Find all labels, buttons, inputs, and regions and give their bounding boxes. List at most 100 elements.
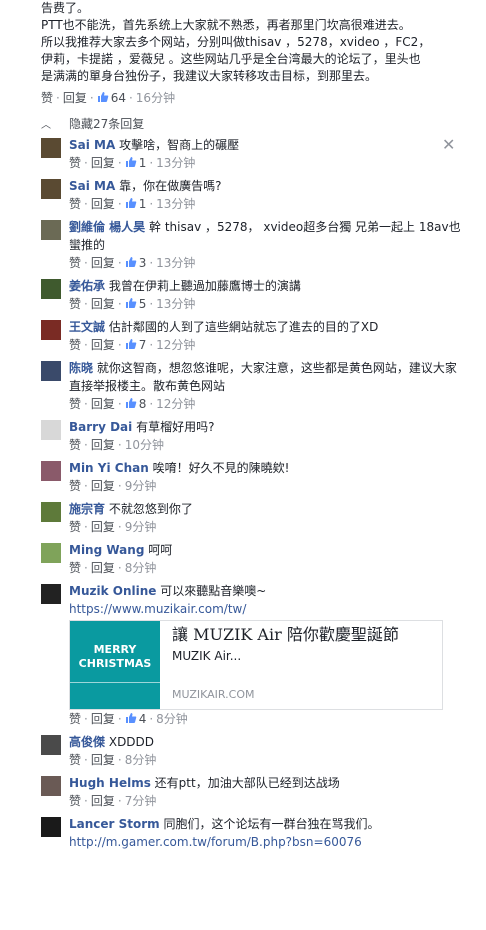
reply-body: Min Yi Chan 唉唷！好久不見的陳曉欸! [69, 459, 461, 477]
author-name[interactable]: 陈晓 [69, 361, 93, 375]
reply-body: 劉維倫 楊人昊 幹 thisav ，5278， xvideo超多台獨 兄弟一起上… [69, 218, 461, 254]
author-name[interactable]: Min Yi Chan [69, 461, 149, 475]
like-count-badge[interactable]: 7 [125, 338, 146, 352]
like-link[interactable]: 赞 [69, 753, 81, 767]
reply-time[interactable]: 13分钟 [156, 156, 195, 170]
reply-link[interactable]: 回复 [91, 479, 115, 493]
like-link[interactable]: 赞 [69, 338, 81, 352]
reply-text: 攻擊啥，智商上的碾壓 [119, 138, 240, 152]
reply-time[interactable]: 7分钟 [125, 794, 157, 808]
like-count-badge[interactable]: 3 [125, 256, 146, 270]
avatar[interactable] [41, 461, 61, 481]
author-name[interactable]: Sai MA [69, 138, 115, 152]
reply-list: Sai MA 攻擊啥，智商上的碾壓赞 · 回复 · 1 · 13分钟 Sai MA 靠，你在做… [41, 136, 461, 856]
link-preview-card[interactable]: MERRY CHRISTMAS 讓 MUZIK Air 陪你歡慶聖誕節 MUZIK A… [69, 620, 443, 710]
author-name[interactable]: 劉維倫 楊人昊 [69, 220, 145, 234]
reply-link[interactable]: 回复 [91, 712, 115, 726]
comment-time[interactable]: 16分钟 [136, 91, 175, 105]
reply-time[interactable]: 9分钟 [125, 520, 157, 534]
avatar[interactable] [41, 279, 61, 299]
like-count-badge[interactable]: 1 [125, 156, 147, 170]
author-name[interactable]: Sai MA [69, 179, 115, 193]
reply-time[interactable]: 12分钟 [156, 397, 195, 411]
like-link[interactable]: 赞 [69, 256, 81, 270]
like-link[interactable]: 赞 [69, 438, 81, 452]
reply-time[interactable]: 12分钟 [156, 338, 195, 352]
like-count-badge[interactable]: 64 [97, 91, 126, 105]
reply-link[interactable]: 回复 [91, 520, 115, 534]
reply-time[interactable]: 8分钟 [125, 753, 157, 767]
thumb-text: CHRISTMAS [78, 657, 152, 670]
author-name[interactable]: Ming Wang [69, 543, 144, 557]
like-count: 1 [138, 156, 147, 170]
avatar[interactable] [41, 735, 61, 755]
reply-link[interactable]: 回复 [91, 561, 115, 575]
hide-replies-toggle[interactable]: ︿ 隐藏27条回复 [41, 115, 144, 133]
reply-time[interactable]: 13分钟 [156, 197, 195, 211]
reply-text: 唉唷！好久不見的陳曉欸! [152, 461, 290, 475]
like-link[interactable]: 赞 [69, 197, 81, 211]
like-link[interactable]: 赞 [69, 794, 81, 808]
author-name[interactable]: 高俊傑 [69, 735, 105, 749]
reply-time[interactable]: 10分钟 [125, 438, 164, 452]
reply-text: 不就忽悠到你了 [108, 502, 193, 516]
reply-time[interactable]: 8分钟 [156, 712, 188, 726]
avatar[interactable] [41, 817, 61, 837]
reply-time[interactable]: 13分钟 [156, 297, 195, 311]
avatar[interactable] [41, 543, 61, 563]
reply-link[interactable]: 回复 [91, 256, 115, 270]
reply-time[interactable]: 9分钟 [125, 479, 157, 493]
like-link[interactable]: 赞 [41, 91, 53, 105]
reply-actions: 赞 · 回复 · 8分钟 [69, 753, 157, 767]
author-name[interactable]: Lancer Storm [69, 817, 160, 831]
like-count-badge[interactable]: 5 [125, 297, 146, 311]
like-link[interactable]: 赞 [69, 297, 81, 311]
avatar[interactable] [41, 584, 61, 604]
author-name[interactable]: 王文誠 [69, 320, 105, 334]
avatar[interactable] [41, 776, 61, 796]
reply-actions: 赞 · 回复 · 7 · 12分钟 [69, 338, 196, 352]
like-link[interactable]: 赞 [69, 397, 81, 411]
like-link[interactable]: 赞 [69, 520, 81, 534]
author-name[interactable]: Muzik Online [69, 584, 156, 598]
like-link[interactable]: 赞 [69, 561, 81, 575]
like-count-badge[interactable]: 1 [125, 197, 146, 211]
reply-link[interactable]: 回复 [91, 753, 115, 767]
reply-text: 就你这智商，想忽悠谁呢，大家注意，这些都是黄色网站，建议大家直接举报楼主。散布黄… [69, 361, 457, 393]
reply-link[interactable]: 回复 [91, 156, 115, 170]
reply-time[interactable]: 8分钟 [125, 561, 157, 575]
avatar[interactable] [41, 502, 61, 522]
reply-link[interactable]: 回复 [91, 197, 115, 211]
reply-time[interactable]: 13分钟 [156, 256, 195, 270]
top-comment-line: 是满满的單身台独份子，我建议大家转移攻击目标，到那里去。 [41, 69, 378, 83]
avatar[interactable] [41, 320, 61, 340]
like-count-badge[interactable]: 8 [125, 397, 146, 411]
reply-link[interactable]: 回复 [91, 338, 115, 352]
top-comment: 告费了。 PTT也不能洗，首先系统上大家就不熟悉，再者那里门坎高很难进去。 所以… [41, 0, 461, 107]
reply-link[interactable]: 回复 [91, 397, 115, 411]
hide-replies-label: 隐藏27条回复 [69, 117, 145, 131]
avatar[interactable] [41, 220, 61, 240]
like-count-badge[interactable]: 4 [125, 712, 146, 726]
like-link[interactable]: 赞 [69, 712, 81, 726]
avatar[interactable] [41, 138, 61, 158]
reply-text: XDDDD [108, 735, 155, 749]
reply-link[interactable]: 回复 [91, 794, 115, 808]
thumbs-up-icon [125, 157, 136, 167]
avatar[interactable] [41, 179, 61, 199]
reply-link[interactable]: 回复 [63, 91, 87, 105]
author-name[interactable]: 姜佑承 [69, 279, 105, 293]
reply-link[interactable]: 回复 [91, 297, 115, 311]
reply-text: 呵呵 [148, 543, 173, 557]
author-name[interactable]: Hugh Helms [69, 776, 151, 790]
like-link[interactable]: 赞 [69, 156, 81, 170]
avatar[interactable] [41, 361, 61, 381]
reply-link-url[interactable]: https://www.muzikair.com/tw/ [69, 602, 246, 616]
author-name[interactable]: 施宗育 [69, 502, 105, 516]
reply-link-url[interactable]: http://m.gamer.com.tw/forum/B.php?bsn=60… [69, 835, 362, 849]
author-name[interactable]: Barry Dai [69, 420, 132, 434]
chevron-up-icon: ︿ [41, 120, 51, 131]
reply-link[interactable]: 回复 [91, 438, 115, 452]
avatar[interactable] [41, 420, 61, 440]
like-link[interactable]: 赞 [69, 479, 81, 493]
